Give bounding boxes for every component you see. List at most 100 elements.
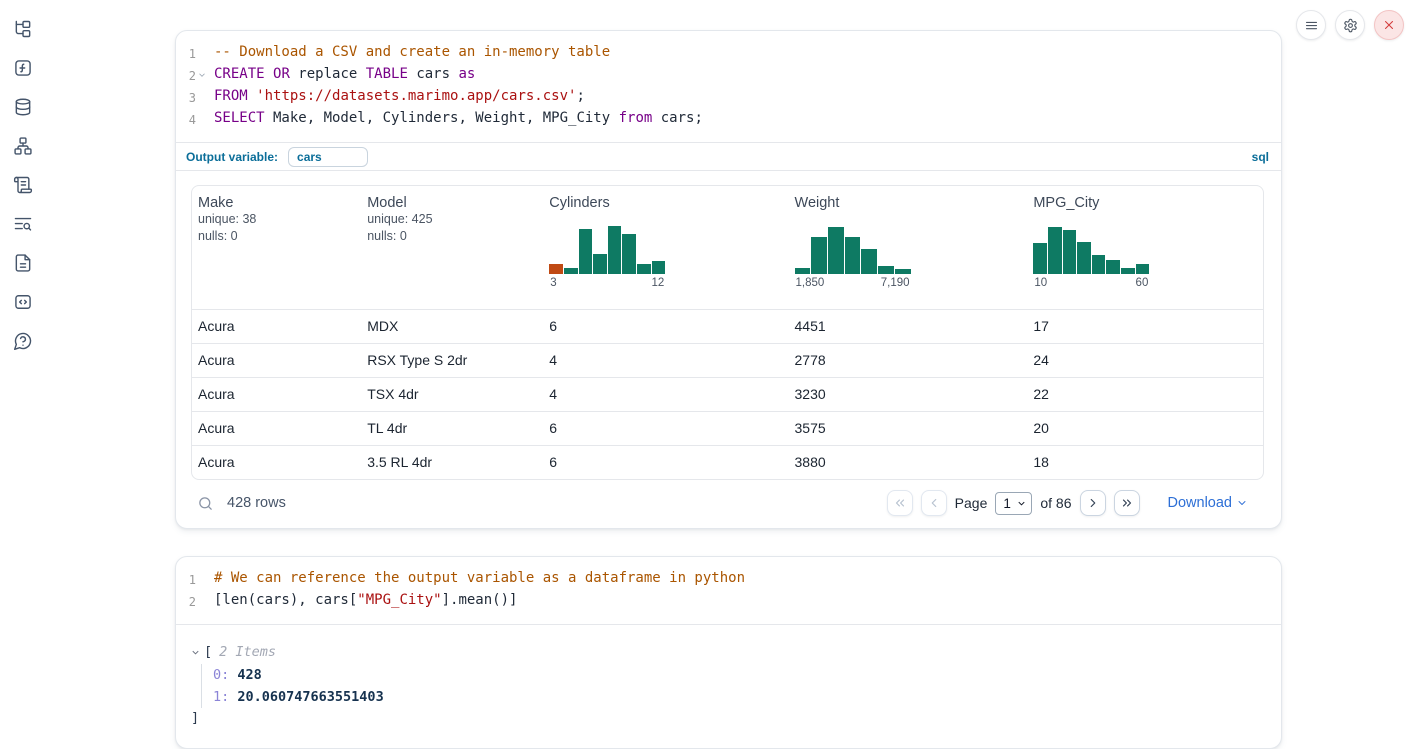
- chevrons-right-icon: [1120, 496, 1134, 510]
- fold-gutter: [196, 108, 208, 130]
- last-page-button[interactable]: [1114, 490, 1140, 516]
- column-header-mpg_city[interactable]: MPG_City 1060: [1027, 186, 1263, 309]
- histogram-bar: [795, 268, 811, 274]
- column-histogram: 1060: [1033, 224, 1149, 289]
- language-badge: sql: [1252, 150, 1269, 164]
- datasources-icon: [13, 97, 33, 117]
- table-cell: Acura: [192, 378, 361, 411]
- sidebar-item-file-explorer[interactable]: [10, 16, 36, 42]
- row-count: 428 rows: [227, 495, 286, 511]
- sidebar-item-documentation[interactable]: [10, 250, 36, 276]
- download-button[interactable]: Download: [1168, 495, 1249, 511]
- shutdown-button[interactable]: [1374, 10, 1404, 40]
- fold-caret-icon[interactable]: [196, 64, 208, 86]
- sidebar-panel: [0, 0, 44, 729]
- sidebar-item-dependency-graph[interactable]: [10, 133, 36, 159]
- code-line: 3FROM 'https://datasets.marimo.app/cars.…: [176, 86, 1267, 108]
- table-row: AcuraMDX6445117: [192, 309, 1263, 343]
- histogram-bar: [1063, 230, 1077, 274]
- column-header-make[interactable]: Makeunique: 38nulls: 0: [192, 186, 361, 309]
- histogram-bar: [811, 237, 827, 275]
- table-cell: 3.5 RL 4dr: [361, 446, 543, 479]
- histogram-bar: [1092, 255, 1106, 274]
- sidebar-item-logs[interactable]: [10, 211, 36, 237]
- column-label: MPG_City: [1033, 195, 1257, 211]
- sidebar-item-variables[interactable]: [10, 55, 36, 81]
- download-label: Download: [1168, 495, 1233, 511]
- python-cell: 1# We can reference the output variable …: [175, 556, 1282, 749]
- column-label: Make: [198, 195, 355, 211]
- sidebar-item-data-sources[interactable]: [10, 94, 36, 120]
- tree-entry: 1: 20.060747663551403: [213, 686, 1263, 708]
- column-label: Model: [367, 195, 537, 211]
- sidebar-item-snippets[interactable]: [10, 289, 36, 315]
- notebook: 1 -- Download a CSV and create an in-memo…: [175, 30, 1282, 749]
- functions-icon: [13, 58, 33, 78]
- items-count-label: 2 Items: [219, 644, 276, 660]
- output-variable-input[interactable]: [288, 147, 368, 167]
- sidebar-item-help[interactable]: [10, 328, 36, 354]
- previous-page-button[interactable]: [921, 490, 947, 516]
- histogram-bar: [593, 254, 607, 274]
- code-text: # We can reference the output variable a…: [214, 568, 745, 590]
- column-header-cylinders[interactable]: Cylinders 312: [543, 186, 788, 309]
- table-cell: 22: [1027, 378, 1263, 411]
- histogram-bar: [1121, 268, 1135, 274]
- table-cell: 20: [1027, 412, 1263, 445]
- column-header-model[interactable]: Modelunique: 425nulls: 0: [361, 186, 543, 309]
- sql-output: Makeunique: 38nulls: 0Modelunique: 425nu…: [176, 171, 1281, 528]
- search-icon[interactable]: [197, 495, 214, 512]
- histogram-bar: [652, 261, 666, 275]
- table-cell: 4451: [789, 310, 1028, 343]
- settings-button[interactable]: [1335, 10, 1365, 40]
- table-cell: 4: [543, 344, 788, 377]
- table-header: Makeunique: 38nulls: 0Modelunique: 425nu…: [192, 186, 1263, 309]
- column-label: Cylinders: [549, 195, 782, 211]
- page-select[interactable]: 1: [995, 492, 1032, 515]
- histogram-axis: 1,8507,190: [795, 277, 911, 289]
- line-number: 2: [176, 590, 196, 612]
- table-cell: Acura: [192, 446, 361, 479]
- histogram-bar: [564, 268, 578, 274]
- histogram-bar: [1048, 227, 1062, 275]
- table-cell: Acura: [192, 310, 361, 343]
- settings-icon: [1343, 18, 1358, 33]
- close-bracket: ]: [191, 708, 1263, 728]
- page-label: Page: [955, 495, 988, 511]
- table-cell: 6: [543, 412, 788, 445]
- first-page-button[interactable]: [887, 490, 913, 516]
- tree-entry-key: 0:: [213, 667, 229, 683]
- output-variable-label: Output variable:: [186, 150, 278, 164]
- histogram-bar: [845, 237, 861, 275]
- documentation-icon: [13, 253, 33, 273]
- table-cell: 2778: [789, 344, 1028, 377]
- histogram-bar: [637, 264, 651, 274]
- column-histogram: 312: [549, 224, 665, 289]
- chevrons-left-icon: [893, 496, 907, 510]
- data-table: Makeunique: 38nulls: 0Modelunique: 425nu…: [191, 185, 1264, 480]
- histogram-bar: [608, 226, 622, 275]
- column-stat: unique: 38: [198, 211, 355, 228]
- histogram-axis: 1060: [1033, 277, 1149, 289]
- table-cell: TL 4dr: [361, 412, 543, 445]
- menu-button[interactable]: [1296, 10, 1326, 40]
- chevron-down-icon: [1236, 497, 1248, 509]
- column-header-weight[interactable]: Weight1,8507,190: [789, 186, 1028, 309]
- sql-editor[interactable]: 1-- Download a CSV and create an in-memo…: [176, 31, 1281, 142]
- logs-icon: [13, 214, 33, 234]
- histogram-bar: [1033, 243, 1047, 274]
- table-cell: Acura: [192, 412, 361, 445]
- histogram-bar: [1077, 242, 1091, 275]
- column-stat: nulls: 0: [198, 228, 355, 245]
- collapse-caret-icon[interactable]: [190, 647, 204, 658]
- sidebar-item-scratchpad[interactable]: [10, 172, 36, 198]
- code-text: -- Download a CSV and create an in-memor…: [214, 42, 610, 64]
- code-line: 1-- Download a CSV and create an in-memo…: [176, 42, 1267, 64]
- next-page-button[interactable]: [1080, 490, 1106, 516]
- histogram-bar: [579, 229, 593, 274]
- code-text: SELECT Make, Model, Cylinders, Weight, M…: [214, 108, 703, 130]
- tree-entry-value: 428: [229, 667, 262, 683]
- column-histogram: 1,8507,190: [795, 224, 911, 289]
- chevron-right-icon: [1086, 496, 1100, 510]
- python-editor[interactable]: 1# We can reference the output variable …: [176, 557, 1281, 624]
